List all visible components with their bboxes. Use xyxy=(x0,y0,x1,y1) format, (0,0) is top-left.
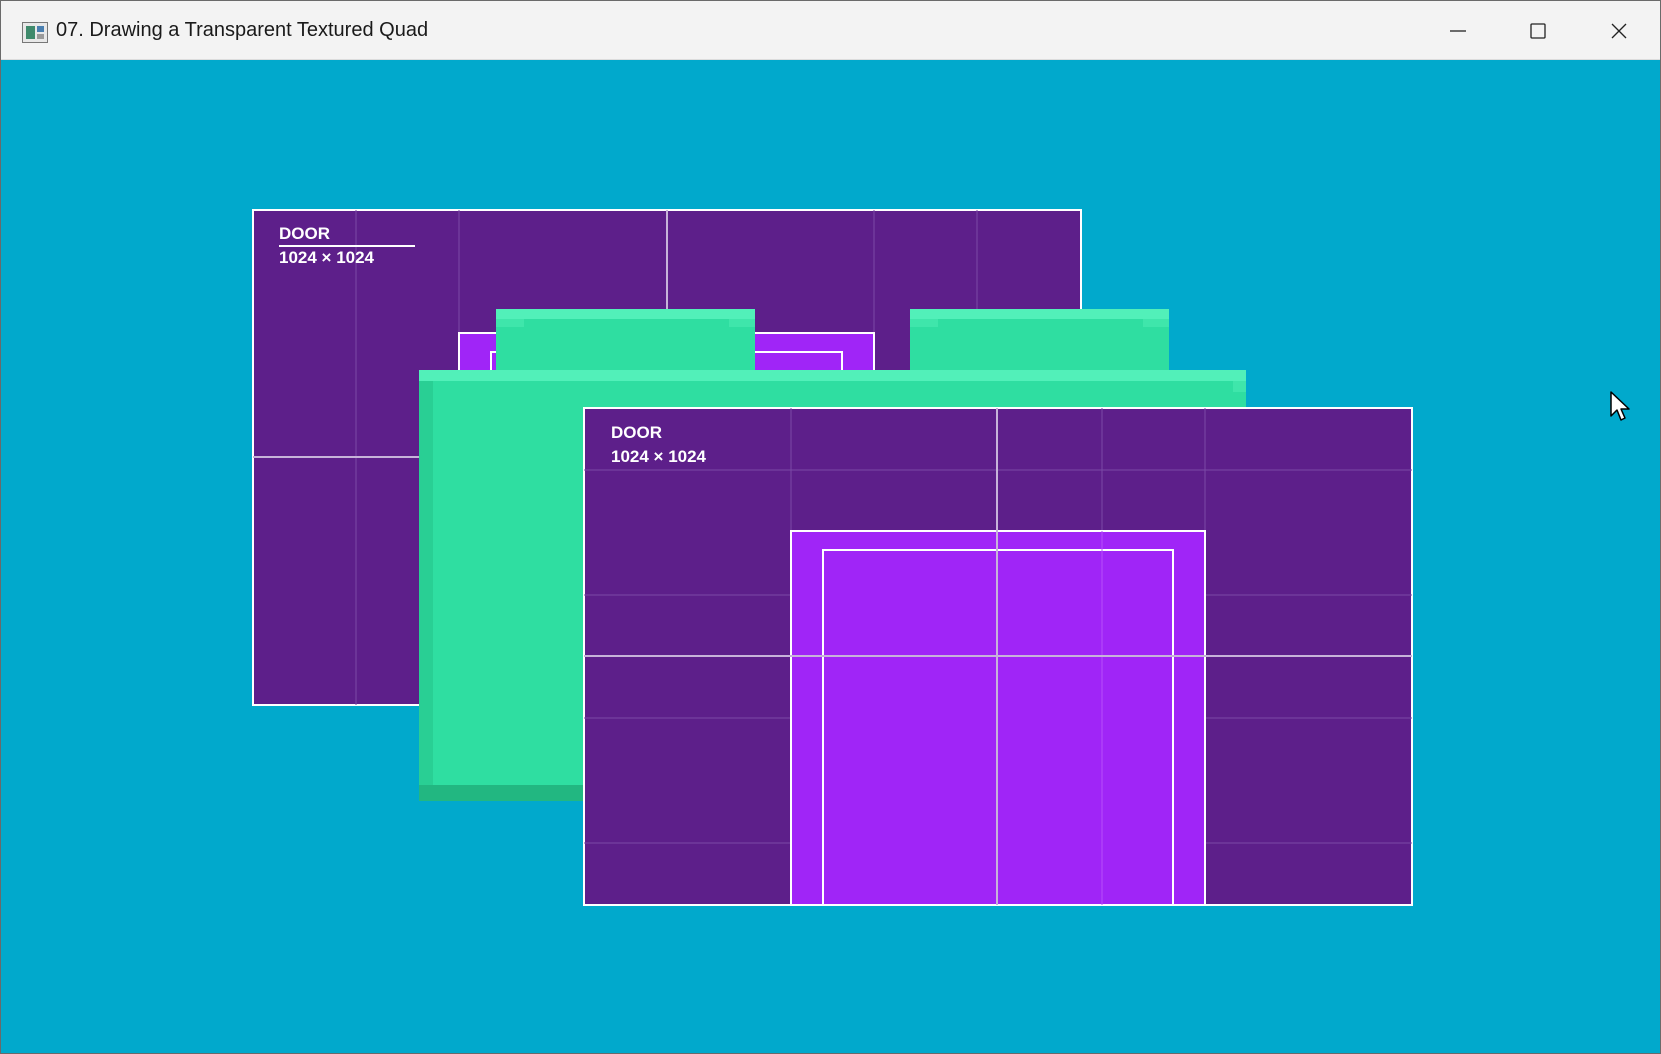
grass-block-left xyxy=(496,309,755,374)
front-textured-quad: DOOR 1024 × 1024 xyxy=(583,407,1413,906)
render-viewport[interactable]: DOOR 1024 × 1024 DOOR 1024 × 1024 xyxy=(1,60,1660,1053)
minimize-icon xyxy=(1450,29,1466,32)
back-quad-size: 1024 × 1024 xyxy=(279,248,375,267)
rendered-scene: DOOR 1024 × 1024 DOOR 1024 × 1024 xyxy=(252,209,1413,906)
maximize-icon xyxy=(1530,22,1546,39)
window-title: 07. Drawing a Transparent Textured Quad xyxy=(56,19,429,41)
title-bar[interactable]: 07. Drawing a Transparent Textured Quad xyxy=(1,1,1660,60)
app-window-icon xyxy=(22,22,48,43)
front-quad-label: DOOR xyxy=(611,423,662,442)
maximize-button[interactable] xyxy=(1498,1,1578,60)
grass-block-right xyxy=(910,309,1169,374)
back-quad-label: DOOR xyxy=(279,224,330,243)
close-button[interactable] xyxy=(1579,1,1659,60)
minimize-button[interactable] xyxy=(1418,1,1498,60)
app-window: 07. Drawing a Transparent Textured Quad xyxy=(0,0,1661,1054)
front-quad-size: 1024 × 1024 xyxy=(611,447,707,466)
mouse-cursor-icon xyxy=(1610,391,1630,421)
close-icon xyxy=(1611,23,1627,38)
